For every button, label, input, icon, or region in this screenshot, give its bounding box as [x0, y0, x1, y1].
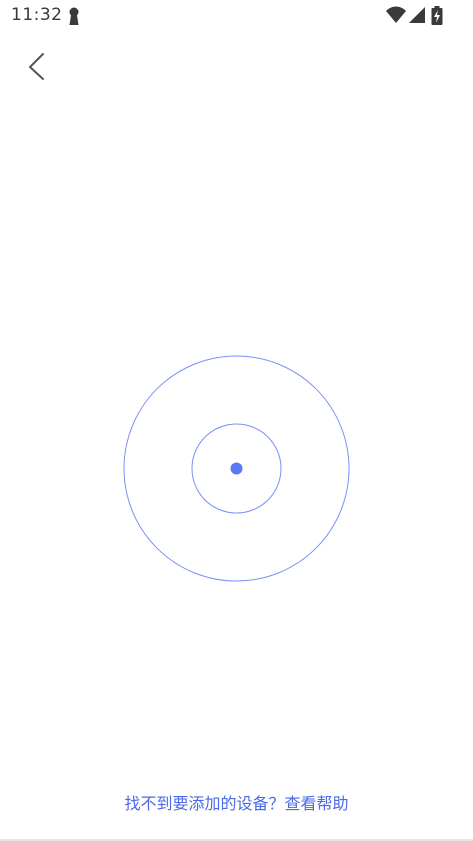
device-scan-screen: 11:32 找不到要添加的设备？查看帮助: [0, 0, 473, 841]
status-time: 11:32: [11, 5, 63, 25]
keyhole-icon: [69, 7, 79, 25]
back-button[interactable]: [18, 46, 58, 86]
radar-center-dot: [230, 462, 243, 475]
battery-charging-icon: [431, 6, 443, 25]
chevron-left-icon: [29, 53, 44, 80]
help-link[interactable]: 找不到要添加的设备？查看帮助: [0, 790, 473, 814]
wifi-icon: [386, 6, 406, 23]
status-bar: 11:32: [0, 0, 473, 32]
cell-signal-icon: [409, 7, 425, 23]
radar-scan-icon: [123, 355, 350, 582]
status-icons: [385, 6, 465, 26]
